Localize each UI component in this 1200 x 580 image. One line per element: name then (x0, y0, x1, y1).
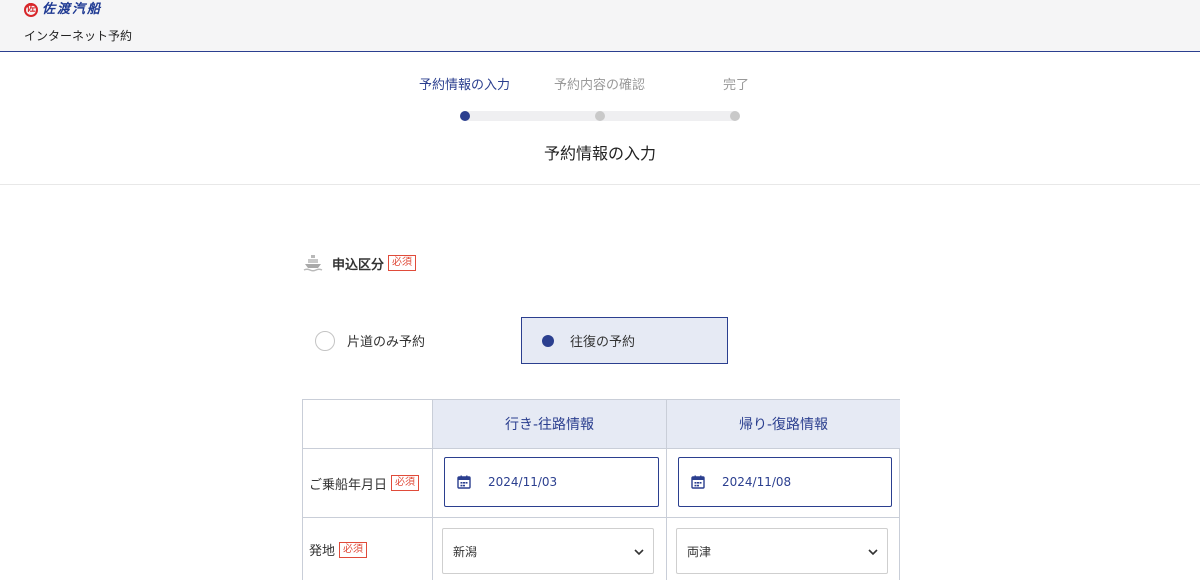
ship-icon (303, 255, 323, 272)
logo-mark-icon: 佐 (24, 2, 38, 17)
outbound-departure-value: 新潟 (453, 544, 478, 559)
radio-round-trip[interactable]: 往復の予約 (521, 317, 728, 364)
boarding-date-label: ご乗船年月日 (309, 477, 388, 493)
required-badge: 必須 (339, 541, 368, 558)
step-dot-confirm (595, 111, 605, 121)
radio-round-trip-circle[interactable] (538, 331, 558, 351)
calendar-icon (457, 475, 471, 489)
return-header: 帰り-復路情報 (667, 400, 900, 449)
outbound-departure-select[interactable]: 新潟 (442, 528, 654, 574)
radio-one-way[interactable]: 片道のみ予約 (302, 317, 512, 364)
return-departure-select[interactable]: 両津 (676, 528, 888, 574)
return-departure-value: 両津 (687, 544, 712, 559)
page-title: 予約情報の入力 (543, 144, 656, 163)
radio-one-way-circle[interactable] (315, 330, 335, 351)
return-date-input[interactable]: 2024/11/08 (678, 457, 892, 507)
outbound-header: 行き-往路情報 (433, 400, 667, 449)
company-logo[interactable]: 佐 佐渡汽船 (24, 2, 102, 17)
step-label-input: 予約情報の入力 (419, 78, 511, 93)
outbound-date-value: 2024/11/03 (488, 475, 558, 489)
progress-stepper: 予約情報の入力 予約内容の確認 完了 予約情報の入力 (0, 52, 1200, 185)
app-header: 佐 佐渡汽船 インターネット予約 (0, 0, 1200, 52)
header-subtitle: インターネット予約 (24, 29, 133, 43)
step-dot-input (460, 111, 470, 121)
required-badge: 必須 (391, 475, 420, 491)
step-label-complete: 完了 (723, 78, 750, 93)
chevron-down-icon (868, 549, 878, 556)
radio-one-way-label: 片道のみ予約 (347, 335, 426, 350)
step-label-confirm: 予約内容の確認 (554, 78, 646, 93)
departure-row-label: 発地 必須 (303, 518, 433, 580)
chevron-down-icon (634, 549, 644, 556)
outbound-date-input[interactable]: 2024/11/03 (444, 457, 659, 507)
departure-label: 発地 (309, 544, 336, 559)
calendar-icon (691, 475, 705, 489)
application-type-label: 申込区分 (332, 257, 385, 273)
step-dot-complete (730, 111, 740, 121)
return-date-value: 2024/11/08 (722, 475, 792, 489)
required-badge: 必須 (388, 255, 417, 271)
logo-text: 佐渡汽船 (42, 2, 103, 17)
table-corner-cell (303, 400, 433, 449)
radio-round-trip-label: 往復の予約 (570, 335, 636, 350)
boarding-date-row-label: ご乗船年月日 必須 (303, 449, 433, 518)
application-type-heading: 申込区分 必須 (302, 252, 417, 274)
